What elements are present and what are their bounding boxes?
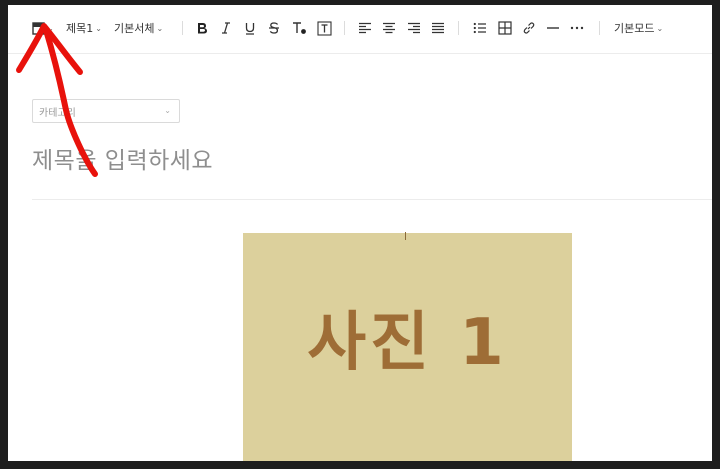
heading-select-label: 제목1 xyxy=(66,22,94,35)
underline-icon xyxy=(243,21,257,35)
table-button[interactable] xyxy=(497,18,513,38)
italic-icon xyxy=(219,21,233,35)
title-divider xyxy=(32,199,712,200)
italic-button[interactable] xyxy=(218,18,234,38)
mode-select[interactable]: 기본모드 ⌄ xyxy=(614,18,663,38)
text-background-icon xyxy=(316,20,332,36)
align-left-icon xyxy=(358,22,372,34)
bold-button[interactable] xyxy=(194,18,210,38)
toolbar-separator xyxy=(599,21,600,35)
table-icon xyxy=(498,21,512,35)
align-right-button[interactable] xyxy=(406,18,422,38)
font-select-label: 기본서체 xyxy=(114,22,155,35)
editor-window: ⌄ 제목1 ⌄ 기본서체 ⌄ 기본모드 ⌄ 카테고리 ⌄ 제목을 입력하세요 사… xyxy=(8,5,712,461)
bullet-list-icon xyxy=(473,22,487,34)
title-input[interactable]: 제목을 입력하세요 xyxy=(32,141,213,175)
text-color-icon xyxy=(291,21,307,35)
block-menu-button[interactable]: ⌄ xyxy=(30,18,56,38)
toolbar-separator xyxy=(458,21,459,35)
category-select[interactable]: 카테고리 ⌄ xyxy=(32,99,180,123)
align-center-button[interactable] xyxy=(381,18,397,38)
toolbar-separator xyxy=(182,21,183,35)
horizontal-line-icon xyxy=(546,26,560,30)
photo-caret xyxy=(405,232,406,240)
text-color-button[interactable] xyxy=(290,18,308,38)
category-select-label: 카테고리 xyxy=(39,107,76,119)
align-right-icon xyxy=(407,22,421,34)
photo-image[interactable]: 사진 1 xyxy=(243,233,572,461)
align-left-button[interactable] xyxy=(357,18,373,38)
strikethrough-icon xyxy=(267,21,281,35)
align-justify-icon xyxy=(431,22,445,34)
bold-icon xyxy=(195,21,209,35)
align-center-icon xyxy=(382,22,396,34)
font-select[interactable]: 기본서체 ⌄ xyxy=(114,18,163,38)
text-background-button[interactable] xyxy=(316,18,332,38)
chevron-down-icon: ⌄ xyxy=(95,23,102,33)
horizontal-line-button[interactable] xyxy=(545,18,561,38)
more-icon xyxy=(570,26,584,30)
more-button[interactable] xyxy=(569,18,585,38)
photo-label: 사진 1 xyxy=(307,306,508,380)
bullet-list-button[interactable] xyxy=(472,18,488,38)
block-icon xyxy=(32,21,45,35)
chevron-down-icon: ⌄ xyxy=(47,23,54,33)
link-icon xyxy=(522,21,536,35)
toolbar-separator xyxy=(344,21,345,35)
align-justify-button[interactable] xyxy=(430,18,446,38)
chevron-down-icon: ⌄ xyxy=(656,23,664,33)
underline-button[interactable] xyxy=(242,18,258,38)
strikethrough-button[interactable] xyxy=(266,18,282,38)
mode-select-label: 기본모드 xyxy=(614,22,655,35)
link-button[interactable] xyxy=(521,18,537,38)
chevron-down-icon: ⌄ xyxy=(164,106,171,115)
editor-toolbar: ⌄ 제목1 ⌄ 기본서체 ⌄ 기본모드 ⌄ xyxy=(8,5,712,54)
chevron-down-icon: ⌄ xyxy=(156,23,164,33)
heading-select[interactable]: 제목1 ⌄ xyxy=(66,18,102,38)
